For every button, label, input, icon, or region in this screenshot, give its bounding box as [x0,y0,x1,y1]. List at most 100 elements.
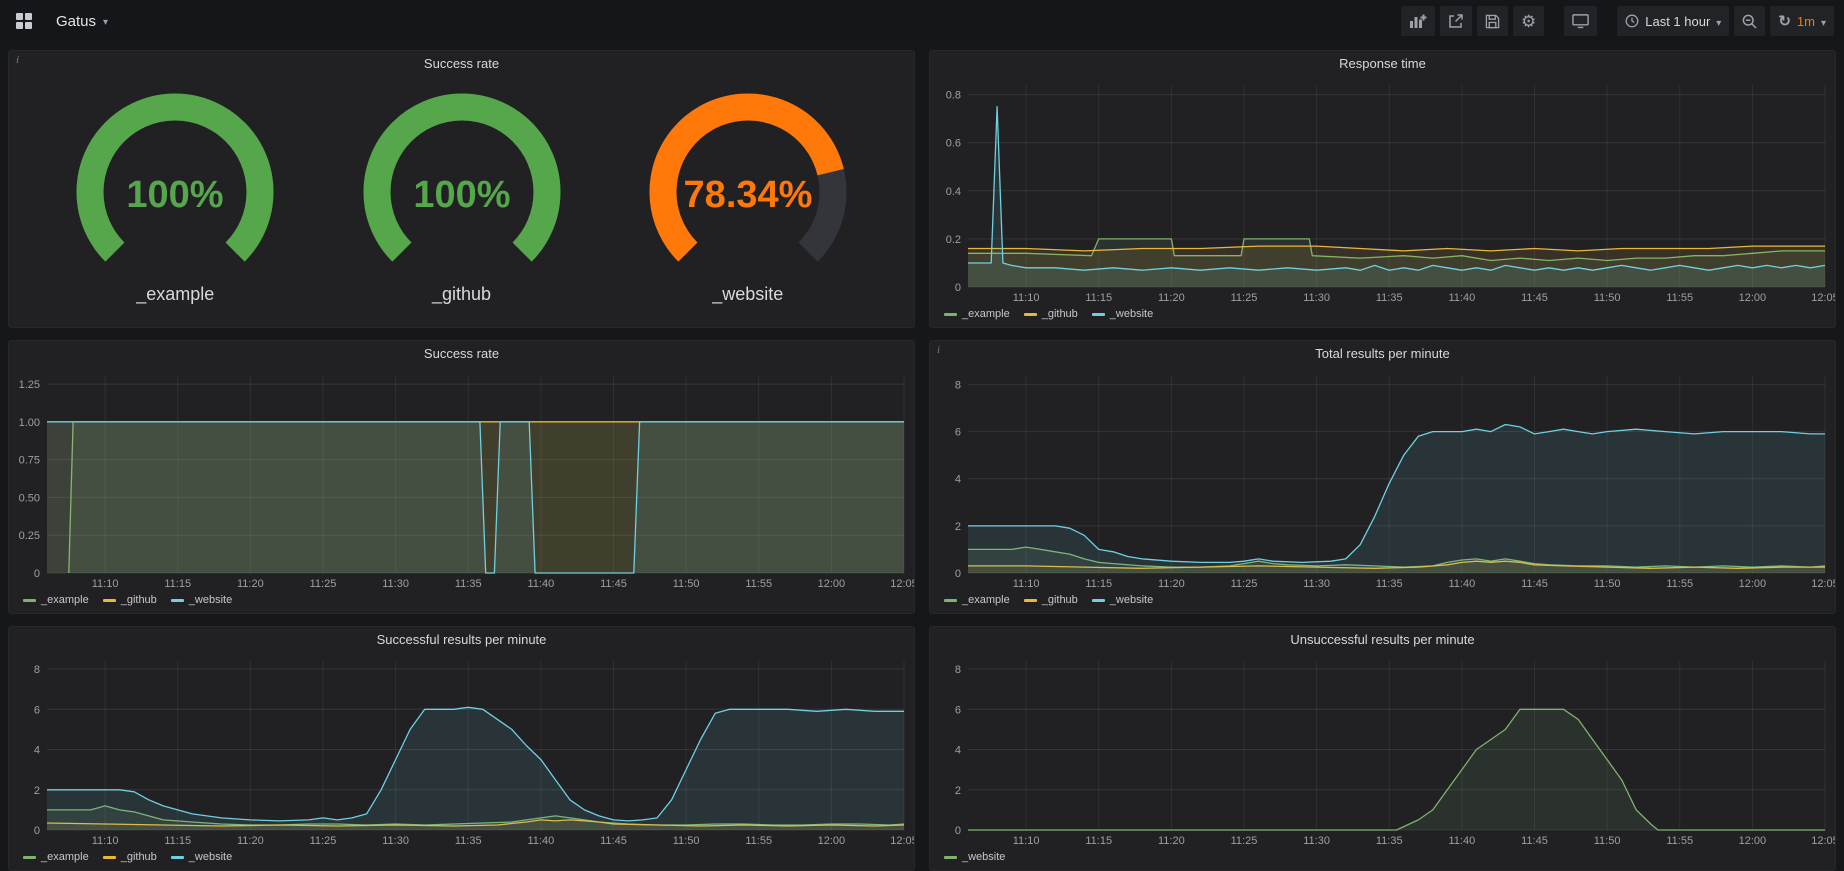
x-tick-label: 11:25 [1231,292,1258,304]
panel-header: Unsuccessful results per minute [930,627,1835,652]
legend-label: _example [41,851,89,863]
x-tick-label: 11:25 [1231,578,1258,590]
legend-label: _github [121,851,157,863]
panel-title[interactable]: Total results per minute [1315,346,1449,361]
x-tick-label: 11:15 [1085,835,1112,847]
chart-canvas-total_results[interactable]: 0246811:1011:1511:2011:2511:3011:3511:40… [930,366,1835,591]
panel-title[interactable]: Success rate [424,56,499,71]
x-tick-label: 11:45 [1521,292,1548,304]
clock-icon [1625,14,1639,28]
y-tick-label: 0 [955,568,961,580]
legend-label: _example [962,308,1010,320]
x-tick-label: 11:35 [455,578,482,590]
cycle-view-mode-button[interactable] [1564,6,1597,36]
x-tick-label: 11:10 [92,835,119,847]
legend-item-_github[interactable]: _github [103,594,157,606]
legend-item-_website[interactable]: _website [1092,308,1153,320]
y-tick-label: 0.6 [946,138,961,150]
x-tick-label: 11:55 [1666,292,1693,304]
x-tick-label: 11:20 [237,835,264,847]
x-tick-label: 11:45 [1521,578,1548,590]
y-tick-label: 0.2 [946,234,961,246]
legend-item-_github[interactable]: _github [1024,594,1078,606]
y-tick-label: 6 [955,704,961,716]
x-tick-label: 12:05 [890,578,914,590]
dashboard-settings-button[interactable] [1513,6,1544,36]
x-tick-label: 11:30 [1303,578,1330,590]
x-tick-label: 11:30 [1303,835,1330,847]
legend-item-_website[interactable]: _website [1092,594,1153,606]
dashboard-title-dropdown[interactable]: Gatus [50,8,114,34]
add-panel-button[interactable] [1401,6,1435,36]
x-tick-label: 11:10 [1013,578,1040,590]
successful-results-chart[interactable]: 0246811:1011:1511:2011:2511:3011:3511:40… [9,652,914,848]
save-dashboard-button[interactable] [1477,6,1508,36]
y-tick-label: 1.25 [19,379,40,391]
legend: _website [930,848,1835,870]
legend-item-_website[interactable]: _website [944,851,1005,863]
legend-item-_github[interactable]: _github [103,851,157,863]
x-tick-label: 11:40 [528,835,555,847]
panel-header: Success rate [9,51,914,76]
zoom-out-time-button[interactable] [1734,6,1765,36]
zoom-out-icon [1742,14,1757,29]
monitor-icon [1572,13,1589,29]
y-tick-label: 1.00 [19,417,40,429]
dashboards-menu-button[interactable] [8,6,40,36]
legend-item-_example[interactable]: _example [944,594,1010,606]
time-range-picker[interactable]: Last 1 hour [1617,6,1729,36]
refresh-icon [1778,14,1791,29]
chart-canvas-unsuccessful_results[interactable]: 0246811:1011:1511:2011:2511:3011:3511:40… [930,652,1835,848]
x-tick-label: 11:30 [382,835,409,847]
y-tick-label: 0 [34,825,40,837]
share-dashboard-button[interactable] [1440,6,1472,36]
panel-info-icon[interactable] [16,54,19,66]
y-tick-label: 0.50 [19,492,40,504]
legend-item-_example[interactable]: _example [23,851,89,863]
grid-icon [16,13,32,29]
y-tick-label: 8 [955,379,961,391]
gauge-_example: 100% _example [41,90,309,305]
caret-down-icon [1716,14,1721,29]
x-tick-label: 11:20 [237,578,264,590]
panel-header: Total results per minute [930,341,1835,366]
y-tick-label: 4 [955,745,961,757]
x-tick-label: 11:40 [528,578,555,590]
total-results-chart[interactable]: 0246811:1011:1511:2011:2511:3011:3511:40… [930,366,1835,591]
legend-item-_website[interactable]: _website [171,594,232,606]
chart-canvas-successful_results[interactable]: 0246811:1011:1511:2011:2511:3011:3511:40… [9,652,914,848]
chart-canvas-response_time[interactable]: 00.20.40.60.811:1011:1511:2011:2511:3011… [930,76,1835,305]
response-time-chart[interactable]: 00.20.40.60.811:1011:1511:2011:2511:3011… [930,76,1835,305]
gauge-label: _example [136,284,214,305]
panel-title[interactable]: Success rate [424,346,499,361]
x-tick-label: 11:15 [164,578,191,590]
legend-item-_website[interactable]: _website [171,851,232,863]
x-tick-label: 12:05 [1811,835,1835,847]
legend-swatch [944,313,957,316]
legend-swatch [1024,313,1037,316]
legend-label: _website [1110,594,1153,606]
refresh-button[interactable]: 1m [1770,6,1834,36]
gauge-arc: 100% [41,90,309,282]
x-tick-label: 11:55 [745,835,772,847]
panel-title[interactable]: Unsuccessful results per minute [1290,632,1474,647]
x-tick-label: 11:25 [1231,835,1258,847]
panel-title[interactable]: Response time [1339,56,1426,71]
panel-info-icon[interactable] [937,344,940,356]
legend-item-_example[interactable]: _example [23,594,89,606]
y-tick-label: 8 [34,664,40,676]
unsuccessful-results-chart[interactable]: 0246811:1011:1511:2011:2511:3011:3511:40… [930,652,1835,848]
chart-canvas-success_rate_ts[interactable]: 00.250.500.751.001.2511:1011:1511:2011:2… [9,366,914,591]
legend-swatch [103,856,116,859]
success-rate-chart[interactable]: 00.250.500.751.001.2511:1011:1511:2011:2… [9,366,914,591]
y-tick-label: 2 [34,785,40,797]
legend-item-_example[interactable]: _example [944,308,1010,320]
x-tick-label: 11:55 [1666,578,1693,590]
legend-item-_github[interactable]: _github [1024,308,1078,320]
gauge-value: 100% [127,174,224,216]
panel-title[interactable]: Successful results per minute [377,632,547,647]
x-tick-label: 11:50 [673,578,700,590]
y-tick-label: 6 [34,704,40,716]
legend-label: _github [121,594,157,606]
caret-down-icon [1821,14,1826,29]
